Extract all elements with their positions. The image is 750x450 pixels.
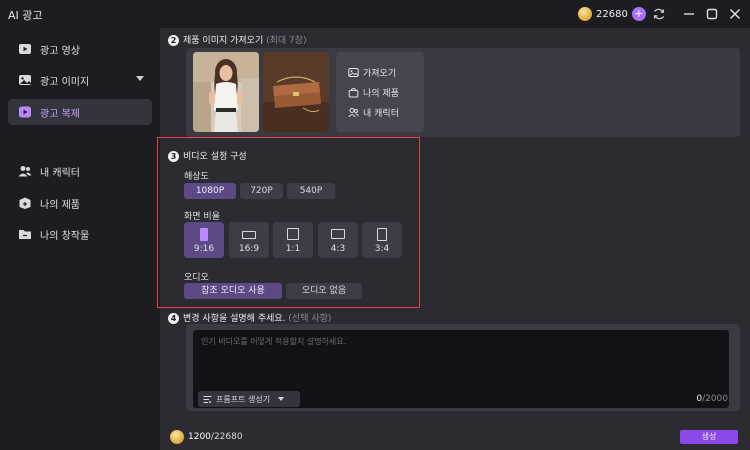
tall-ratio-icon	[377, 228, 387, 241]
import-my-products-button[interactable]: 나의 제품	[348, 86, 399, 99]
import-my-characters-button[interactable]: 내 캐릭터	[348, 106, 399, 119]
users-icon	[18, 166, 32, 177]
sidebar-item-label: 광고 복제	[40, 108, 80, 120]
bag-icon	[348, 88, 359, 98]
folder-icon	[19, 230, 31, 239]
prompt-list-icon	[203, 395, 212, 403]
landscape-ratio-icon	[242, 231, 256, 239]
sidebar-item-ad-duplicate[interactable]: 광고 복제	[8, 99, 152, 125]
refresh-icon[interactable]	[652, 7, 666, 21]
sidebar-item-label: 광고 영상	[40, 45, 80, 57]
handbag-photo-image	[263, 52, 329, 132]
section-title: 제품 이미지 가져오기	[183, 36, 264, 46]
sidebar-item-my-creations[interactable]: 나의 창작물	[8, 221, 152, 247]
video-settings-heading: 3 비디오 설정 구성	[168, 149, 247, 162]
section-hint: (선택 사항)	[288, 314, 332, 324]
credit-cost: 1200/22680	[170, 430, 243, 444]
sidebar-item-label: 나의 창작물	[40, 230, 90, 242]
ratio-label: 4:3	[330, 244, 346, 254]
sidebar-item-ad-video[interactable]: 광고 영상	[8, 36, 152, 62]
import-option-label: 내 캐릭터	[363, 109, 399, 119]
credits-total: /22680	[210, 432, 243, 442]
image-upload-icon	[348, 68, 359, 77]
ratio-option-4-3[interactable]: 4:3	[318, 222, 358, 258]
sidebar-item-label: 나의 제품	[40, 199, 80, 211]
prompt-generator-button[interactable]: 프롬프트 생성기	[198, 391, 300, 407]
sidebar: 광고 영상 광고 이미지 광고 복제 내 캐릭터 나의 제품 나의 창작물	[0, 28, 160, 450]
square-ratio-icon	[287, 228, 299, 240]
coin-icon	[578, 7, 592, 21]
resolution-option-540p[interactable]: 540P	[287, 183, 335, 199]
ratio-label: 9:16	[193, 244, 215, 254]
generate-button[interactable]: 생성	[680, 430, 738, 444]
wide-ratio-icon	[331, 229, 345, 239]
ratio-label: 3:4	[374, 244, 390, 254]
minimize-icon[interactable]	[681, 6, 697, 22]
import-options-panel: 가져오기 나의 제품 내 캐릭터	[336, 52, 424, 132]
sidebar-item-ad-image[interactable]: 광고 이미지	[8, 67, 152, 93]
credits-value: 22680	[596, 8, 628, 20]
ratio-option-16-9[interactable]: 16:9	[229, 222, 269, 258]
ratio-label: 1:1	[285, 244, 301, 254]
ratio-option-9-16[interactable]: 9:16	[184, 222, 224, 258]
sidebar-item-label: 내 캐릭터	[40, 167, 80, 179]
chevron-down-icon[interactable]	[136, 76, 144, 81]
describe-changes-heading: 4 변경 사항을 설명해 주세요. (선택 사항)	[168, 311, 331, 324]
import-upload-button[interactable]: 가져오기	[348, 66, 396, 79]
audio-option-none[interactable]: 오디오 없음	[286, 283, 362, 299]
maximize-icon[interactable]	[704, 6, 720, 22]
import-option-label: 가져오기	[363, 69, 397, 79]
audio-option-use-reference[interactable]: 참조 오디오 사용	[184, 283, 282, 299]
people-icon	[348, 108, 359, 118]
video-icon	[19, 44, 31, 54]
ratio-option-1-1[interactable]: 1:1	[273, 222, 313, 258]
product-images-heading: 2 제품 이미지 가져오기 (최대 7장)	[168, 33, 307, 46]
section-title: 비디오 설정 구성	[183, 152, 247, 162]
duplicate-icon	[19, 106, 31, 118]
resolution-option-720p[interactable]: 720P	[240, 183, 283, 199]
product-box-icon	[19, 197, 31, 209]
add-credits-button[interactable]: +	[631, 7, 646, 21]
sidebar-item-my-products[interactable]: 나의 제품	[8, 190, 152, 216]
ratio-option-3-4[interactable]: 3:4	[362, 222, 402, 258]
audio-label: 오디오	[184, 273, 209, 283]
resolution-option-1080p[interactable]: 1080P	[184, 183, 236, 199]
step-number-badge: 4	[168, 313, 179, 324]
ratio-label: 16:9	[238, 244, 260, 254]
coin-icon	[170, 430, 184, 444]
step-number-badge: 3	[168, 151, 179, 162]
import-option-label: 나의 제품	[363, 89, 399, 99]
aspect-ratio-label: 화면 비율	[184, 212, 220, 222]
portrait-ratio-icon	[200, 228, 208, 241]
close-icon[interactable]	[727, 6, 743, 22]
resolution-label: 해상도	[184, 172, 209, 182]
section-title: 변경 사항을 설명해 주세요.	[183, 314, 286, 324]
title-bar: AI 광고 22680 +	[0, 0, 750, 28]
image-icon	[19, 75, 31, 85]
sidebar-item-my-characters[interactable]: 내 캐릭터	[8, 158, 152, 184]
credits-balance[interactable]: 22680 +	[578, 5, 646, 23]
section-hint: (최대 7장)	[266, 36, 307, 46]
step-number-badge: 2	[168, 35, 179, 46]
character-max: /2000	[702, 394, 728, 404]
credits-used: 1200	[188, 432, 211, 442]
character-counter: 0/2000	[696, 394, 728, 404]
prompt-generator-label: 프롬프트 생성기	[216, 394, 271, 404]
sidebar-item-label: 광고 이미지	[40, 76, 90, 88]
chevron-down-icon[interactable]	[278, 397, 285, 401]
app-title: AI 광고	[8, 9, 43, 22]
handbag-photo-thumbnail[interactable]	[263, 52, 329, 132]
model-photo-image	[193, 52, 259, 132]
model-photo-thumbnail[interactable]	[193, 52, 259, 132]
